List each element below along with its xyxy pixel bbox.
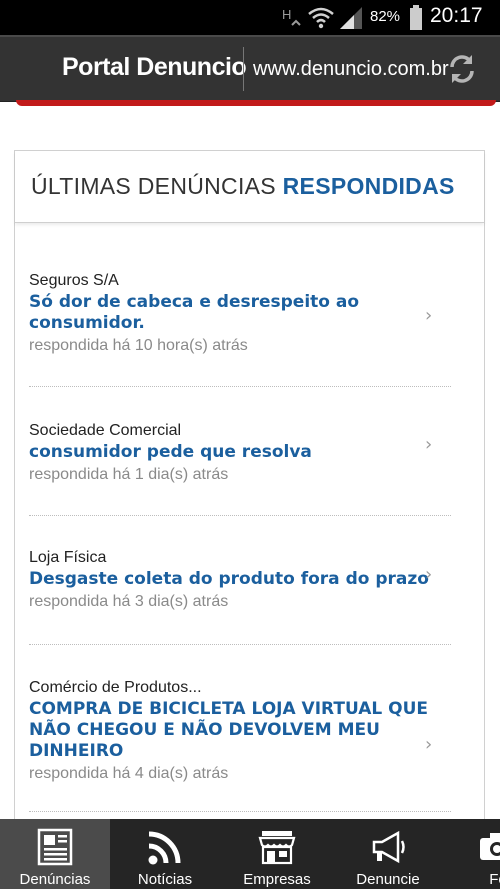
chevron-right-icon[interactable]: › (425, 566, 439, 584)
response-time: respondida há 1 dia(s) atrás (29, 466, 229, 483)
complaint-item[interactable]: Sociedade Comercial consumidor pede que … (29, 421, 449, 485)
tab-empresas[interactable]: Empresas (222, 819, 332, 889)
newspaper-icon (37, 828, 73, 866)
svg-text:H: H (282, 7, 291, 22)
cell-signal-icon (340, 7, 362, 29)
battery-icon (410, 5, 422, 30)
brand-separator (243, 47, 244, 91)
card-title-main: ÚLTIMAS DENÚNCIAS (31, 173, 276, 199)
card-title-highlight: RESPONDIDAS (282, 173, 455, 199)
complaint-title: consumidor pede que resolva (29, 442, 312, 462)
rss-icon (148, 831, 181, 865)
response-time: respondida há 10 hora(s) atrás (29, 337, 248, 354)
brand-title: Portal Denuncio (62, 53, 247, 81)
refresh-icon[interactable] (443, 50, 481, 88)
item-divider (29, 811, 451, 812)
app-bar: Portal Denuncio www.denuncio.com.br (0, 35, 500, 102)
wifi-icon (308, 7, 334, 29)
complaint-item[interactable]: Loja Física Desgaste coleta do produto f… (29, 548, 449, 612)
complaint-title: Desgaste coleta do produto fora do prazo (29, 569, 429, 589)
tab-noticias[interactable]: Notícias (110, 819, 220, 889)
card-header: ÚLTIMAS DENÚNCIAS RESPONDIDAS (15, 151, 484, 223)
tab-label: Notícias (137, 871, 193, 888)
store-icon (258, 831, 296, 865)
complaint-title: COMPRA DE BICICLETA LOJA VIRTUAL QUE NÃO… (29, 699, 429, 761)
response-time: respondida há 4 dia(s) atrás (29, 765, 229, 782)
bottom-navigation: Denúncias Notícias Empresas Denuncie F (0, 819, 500, 889)
tab-label: Denúncias (19, 871, 91, 888)
tab-label: Empresas (243, 871, 311, 888)
response-time: respondida há 3 dia(s) atrás (29, 593, 229, 610)
company-name: Comércio de Produtos... (29, 679, 202, 696)
tab-label: Denuncie (356, 871, 420, 888)
chevron-right-icon[interactable]: › (425, 736, 439, 754)
battery-percentage: 82% (370, 8, 401, 25)
header-red-stripe (16, 100, 496, 106)
tab-denuncie[interactable]: Denuncie (333, 819, 443, 889)
status-bar: H 82% 20:17 (0, 0, 500, 35)
clock: 20:17 (430, 4, 483, 27)
chevron-right-icon[interactable]: › (425, 436, 439, 454)
tab-fotos[interactable]: Fo (443, 819, 500, 889)
camera-icon (480, 833, 500, 860)
signal-h-icon: H (282, 7, 301, 26)
complaint-title: Só dor de cabeca e desrespeito ao consum… (29, 292, 360, 333)
item-divider (29, 644, 451, 645)
tab-denuncias[interactable]: Denúncias (0, 819, 110, 889)
answered-complaints-card: ÚLTIMAS DENÚNCIAS RESPONDIDAS Seguros S/… (14, 150, 485, 830)
app-bar-highlight (0, 35, 500, 37)
megaphone-icon (372, 830, 405, 864)
company-name: Seguros S/A (29, 272, 119, 289)
chevron-right-icon[interactable]: › (425, 307, 439, 325)
card-title: ÚLTIMAS DENÚNCIAS RESPONDIDAS (31, 173, 455, 200)
complaint-item[interactable]: Seguros S/A Só dor de cabeca e desrespei… (29, 271, 449, 356)
site-url: www.denuncio.com.br (253, 58, 449, 80)
tab-label: Fo (489, 871, 500, 888)
item-divider (29, 515, 451, 516)
company-name: Sociedade Comercial (29, 422, 182, 439)
item-divider (29, 386, 451, 387)
company-name: Loja Física (29, 549, 107, 566)
complaint-item[interactable]: Comércio de Produtos... COMPRA DE BICICL… (29, 678, 449, 784)
